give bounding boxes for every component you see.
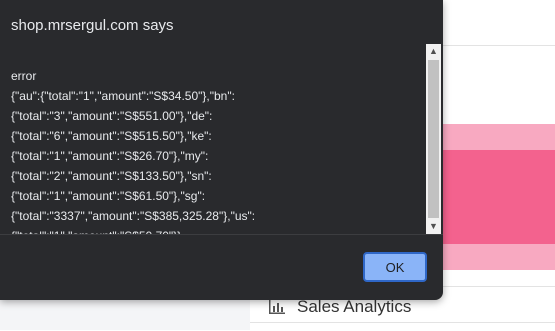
- dialog-message: error {"au":{"total":"1","amount":"S$34.…: [11, 69, 256, 234]
- divider: [250, 322, 555, 323]
- background-topbar: [440, 0, 555, 46]
- dialog-title: shop.mrsergul.com says: [11, 17, 174, 34]
- background-chart-bar: [440, 150, 555, 244]
- dialog-separator: [0, 234, 443, 235]
- alert-dialog: shop.mrsergul.com says error {"au":{"tot…: [0, 0, 443, 300]
- message-scrollbar[interactable]: ▲ ▼: [426, 44, 441, 234]
- scrollbar-thumb[interactable]: [428, 60, 439, 218]
- message-area: error {"au":{"total":"1","amount":"S$34.…: [11, 66, 425, 234]
- sales-analytics-label[interactable]: Sales Analytics: [297, 297, 411, 317]
- bar-chart-icon: [269, 300, 285, 314]
- scroll-down-arrow-icon[interactable]: ▼: [426, 219, 441, 234]
- scroll-up-arrow-icon[interactable]: ▲: [426, 44, 441, 59]
- ok-button[interactable]: OK: [363, 252, 427, 282]
